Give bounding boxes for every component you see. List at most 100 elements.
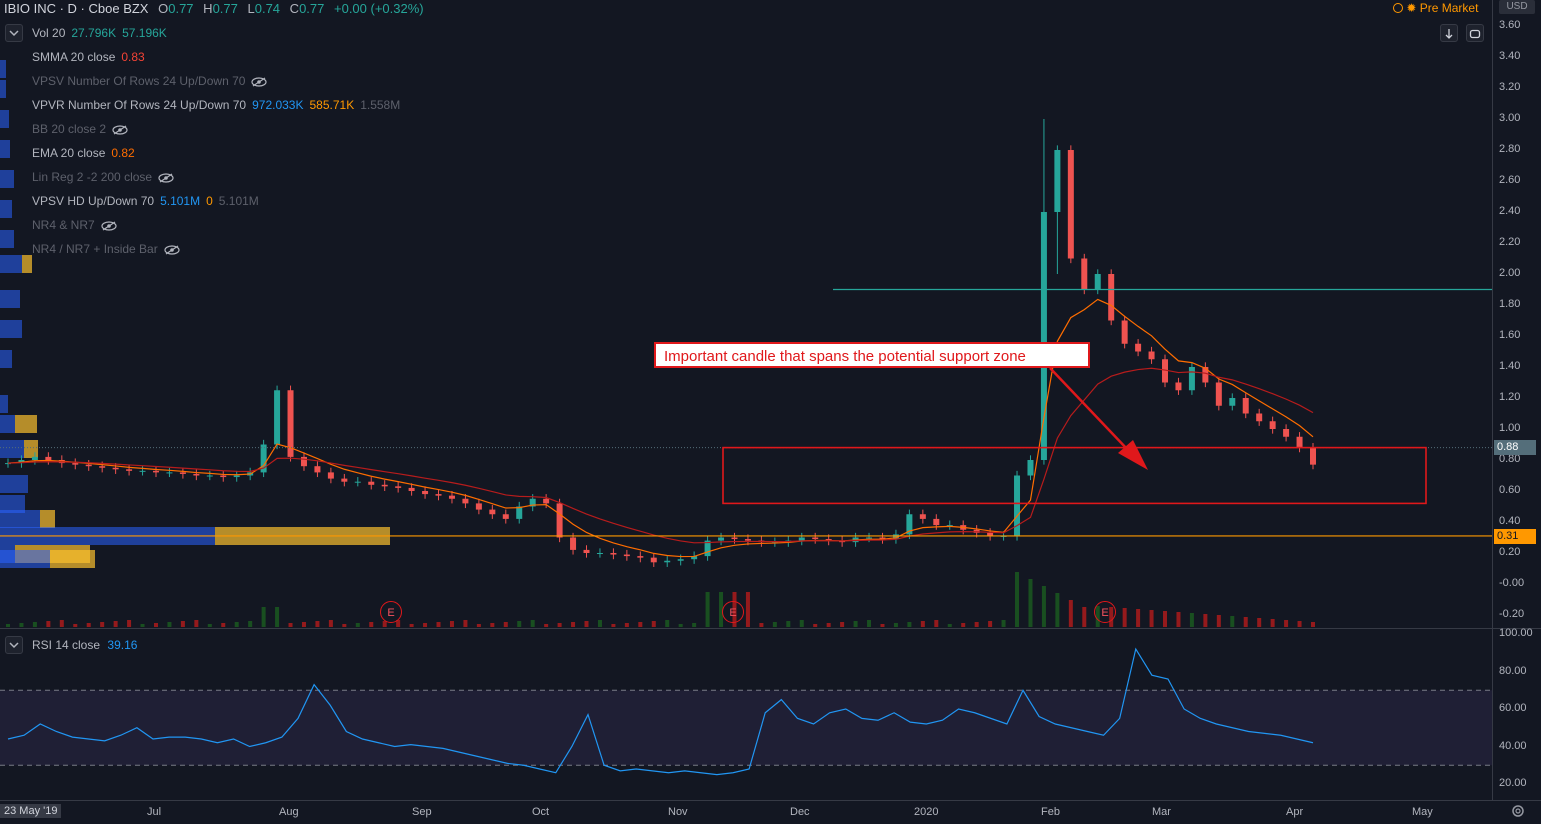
- candle: [45, 456, 52, 460]
- volume-bar: [813, 624, 818, 627]
- volume-profile-bar: [0, 290, 20, 308]
- maximize-icon: [1469, 29, 1481, 39]
- price-chart-svg[interactable]: [0, 0, 1492, 628]
- indicator-value: 1.558M: [360, 98, 401, 112]
- symbol-title[interactable]: IBIO INC · D · Cboe BZX: [4, 1, 148, 16]
- annotation-callout[interactable]: Important candle that spans the potentia…: [654, 342, 1090, 368]
- price-axis-label: 1.00: [1499, 422, 1521, 434]
- volume-bar: [46, 621, 51, 627]
- hidden-eye-icon[interactable]: [112, 125, 128, 135]
- earnings-marker[interactable]: E: [1094, 601, 1116, 623]
- indicator-legend-row[interactable]: NR4 / NR7 + Inside Bar: [32, 240, 180, 258]
- rsi-legend-text[interactable]: RSI 14 close 39.16: [32, 636, 137, 654]
- indicator-legend-row[interactable]: BB 20 close 2: [32, 120, 128, 138]
- premarket-indicator[interactable]: ✹ Pre Market: [1393, 1, 1478, 15]
- annotation-arrow: [1049, 367, 1129, 451]
- candle: [314, 466, 321, 473]
- candle: [152, 470, 159, 473]
- rsi-chart-svg[interactable]: [0, 629, 1492, 800]
- indicator-value: 57.196K: [122, 26, 167, 40]
- volume-bar: [1001, 620, 1006, 627]
- volume-bar: [207, 624, 212, 627]
- price-chart-pane[interactable]: [0, 0, 1492, 628]
- price-axis-label: 3.40: [1499, 50, 1521, 62]
- candle: [233, 475, 240, 478]
- volume-bar: [1216, 615, 1221, 627]
- volume-bar: [248, 621, 253, 627]
- indicator-legend-row[interactable]: Vol 20 27.796K 57.196K: [32, 24, 167, 42]
- candle: [718, 537, 725, 541]
- collapse-legend-button[interactable]: [5, 24, 23, 42]
- volume-bar: [584, 621, 589, 627]
- candle: [166, 472, 173, 474]
- time-axis[interactable]: 23 May '19 Jul Aug Sep Oct Nov Dec 2020 Feb Mar A…: [0, 800, 1541, 824]
- ohlc-change: +0.00 (+0.32%): [334, 1, 424, 16]
- indicator-legend-row[interactable]: EMA 20 close 0.82: [32, 144, 135, 162]
- volume-profile-bar: [0, 350, 12, 368]
- candle: [206, 475, 213, 477]
- indicator-value: 5.101M: [160, 194, 201, 208]
- settings-gear-icon[interactable]: [1510, 803, 1526, 819]
- price-axis-label: 3.60: [1499, 19, 1521, 31]
- maximize-button[interactable]: [1466, 24, 1484, 42]
- volume-bar: [799, 620, 804, 627]
- indicator-name: VPSV HD Up/Down 70: [32, 194, 155, 208]
- volume-bar: [638, 622, 643, 627]
- volume-bar: [503, 622, 508, 627]
- candle: [435, 494, 442, 496]
- candle: [1027, 460, 1034, 476]
- indicator-value: 5.101M: [218, 194, 259, 208]
- download-button[interactable]: [1440, 24, 1458, 42]
- candle: [731, 537, 738, 540]
- indicator-legend-row[interactable]: Lin Reg 2 -2 200 close: [32, 168, 174, 186]
- candle: [31, 456, 38, 460]
- arrow-down-icon: [1445, 29, 1453, 39]
- candle: [72, 463, 79, 465]
- indicator-legend-row[interactable]: NR4 & NR7: [32, 216, 117, 234]
- earnings-marker[interactable]: E: [380, 601, 402, 623]
- volume-bar: [1189, 613, 1194, 627]
- rsi-pane[interactable]: [0, 629, 1492, 800]
- volume-profile-bar: [0, 415, 15, 433]
- price-axis-label: 2.60: [1499, 174, 1521, 186]
- earnings-marker[interactable]: E: [722, 601, 744, 623]
- candle: [220, 475, 227, 478]
- candle: [623, 554, 630, 557]
- volume-bar: [611, 624, 616, 627]
- volume-bar: [1149, 610, 1154, 627]
- volume-bar: [692, 623, 697, 627]
- volume-bar: [1068, 600, 1073, 627]
- price-axis-label: 3.00: [1499, 112, 1521, 124]
- indicator-legend-row[interactable]: VPVR Number Of Rows 24 Up/Down 70 972.033…: [32, 96, 400, 114]
- candle: [1148, 351, 1155, 360]
- volume-bar: [1122, 608, 1127, 627]
- volume-bar: [1163, 611, 1168, 627]
- last-price-tag: 0.88: [1494, 440, 1536, 455]
- hidden-eye-icon[interactable]: [251, 77, 268, 87]
- candle: [1283, 429, 1290, 437]
- rsi-axis-label: 80.00: [1499, 664, 1527, 677]
- hidden-eye-icon[interactable]: [158, 173, 174, 183]
- volume-bar: [1257, 618, 1262, 627]
- volume-bar: [301, 622, 306, 627]
- indicator-name: NR4 / NR7 + Inside Bar: [32, 242, 158, 256]
- volume-bar: [1082, 607, 1087, 627]
- volume-profile-bar: [0, 230, 14, 248]
- collapse-rsi-legend-button[interactable]: [5, 636, 23, 654]
- candle: [570, 537, 577, 550]
- price-axis-label: 0.40: [1499, 515, 1521, 527]
- volume-bar: [759, 623, 764, 627]
- price-axis[interactable]: 3.60 3.40 3.20 3.00 2.80 2.60 2.40 2.20 2.00 1.80…: [1492, 0, 1541, 800]
- price-axis-label: 1.20: [1499, 391, 1521, 403]
- candle: [1081, 258, 1088, 290]
- symbol-header[interactable]: IBIO INC · D · Cboe BZX O0.77 H0.77 L0.7…: [4, 0, 424, 18]
- indicator-legend-row[interactable]: SMMA 20 close 0.83: [32, 48, 145, 66]
- currency-badge[interactable]: USD: [1499, 0, 1535, 14]
- hidden-eye-icon[interactable]: [101, 221, 117, 231]
- volume-bar: [920, 621, 925, 627]
- hidden-eye-icon[interactable]: [164, 245, 180, 255]
- indicator-legend-row[interactable]: VPSV Number Of Rows 24 Up/Down 70: [32, 72, 268, 90]
- candle: [422, 491, 429, 495]
- volume-bar: [449, 621, 454, 627]
- indicator-legend-row[interactable]: VPSV HD Up/Down 70 5.101M 0 5.101M: [32, 192, 259, 210]
